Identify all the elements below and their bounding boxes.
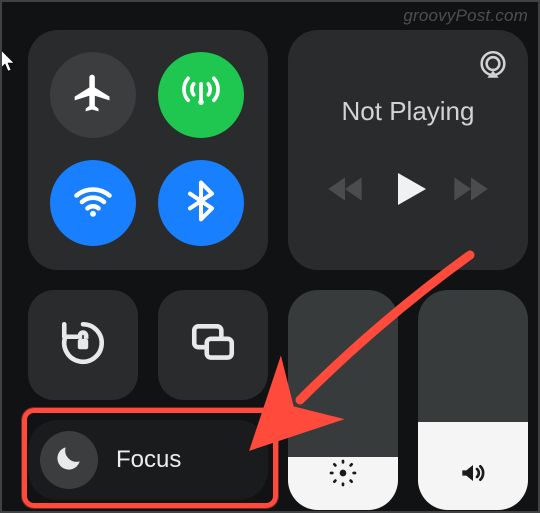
volume-icon — [457, 457, 489, 494]
wifi-icon — [71, 179, 115, 228]
bluetooth-icon — [179, 179, 223, 228]
next-button[interactable] — [451, 169, 491, 214]
moon-icon — [53, 442, 85, 479]
watermark: groovyPost.com — [403, 6, 528, 26]
previous-button[interactable] — [325, 169, 365, 214]
volume-slider[interactable] — [418, 290, 528, 510]
focus-button[interactable]: Focus — [28, 420, 268, 500]
rotation-lock-button[interactable] — [28, 290, 138, 400]
bluetooth-toggle[interactable] — [158, 160, 244, 246]
media-title: Not Playing — [306, 96, 510, 127]
airplane-mode-toggle[interactable] — [50, 52, 136, 138]
screen-mirroring-icon — [188, 318, 238, 373]
play-button[interactable] — [384, 165, 432, 218]
brightness-slider[interactable] — [288, 290, 398, 510]
brightness-icon — [327, 457, 359, 494]
rotation-lock-icon — [58, 318, 108, 373]
media-panel: Not Playing — [288, 30, 528, 270]
airplay-icon[interactable] — [476, 48, 510, 82]
airplane-icon — [71, 71, 115, 120]
connectivity-panel — [28, 30, 268, 270]
focus-label: Focus — [116, 446, 181, 474]
cellular-icon — [179, 71, 223, 120]
cellular-data-toggle[interactable] — [158, 52, 244, 138]
mouse-cursor — [0, 50, 18, 74]
screen-mirroring-button[interactable] — [158, 290, 268, 400]
wifi-toggle[interactable] — [50, 160, 136, 246]
